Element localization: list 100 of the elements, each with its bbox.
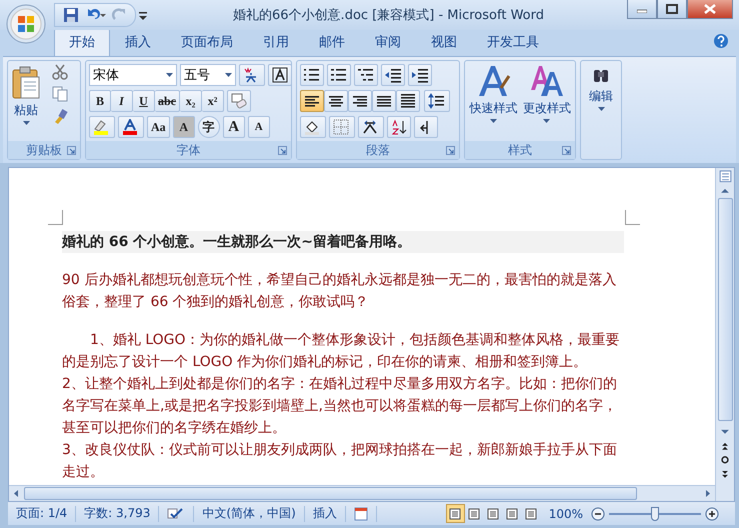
paintbrush-icon[interactable] (52, 108, 68, 124)
shading-button[interactable] (300, 116, 326, 138)
ruler-toggle-icon[interactable] (718, 170, 732, 183)
align-center-button[interactable] (324, 90, 348, 112)
align-left-button[interactable] (300, 90, 324, 112)
increase-indent-button[interactable] (408, 64, 432, 86)
ribbon-tab[interactable]: 开发工具 (472, 28, 554, 56)
sort-button[interactable] (387, 116, 411, 138)
bullets-icon (304, 67, 320, 83)
character-border-icon (272, 67, 288, 83)
line-spacing-button[interactable] (424, 90, 450, 112)
styles-letters-icon (528, 64, 565, 98)
chinese-layout-button[interactable] (358, 116, 384, 138)
format-button[interactable]: A (248, 116, 270, 138)
ribbon-tab[interactable]: 引用 (248, 28, 304, 56)
word-count[interactable]: 字数: 3,793 (76, 506, 160, 522)
dropdown-caret-icon (598, 107, 604, 111)
dialog-launcher-icon[interactable] (67, 146, 76, 154)
format-button[interactable]: x² (202, 90, 224, 112)
ribbon-tab[interactable]: 审阅 (360, 28, 416, 56)
format-button[interactable]: A (222, 116, 245, 138)
paragraph-marks-button[interactable] (414, 116, 438, 138)
editing-button[interactable]: 编辑 (584, 64, 618, 156)
maximize-button[interactable] (657, 0, 687, 19)
group-label: 样式 (508, 142, 532, 158)
decrease-indent-icon (385, 67, 401, 83)
clear-formatting-button[interactable] (227, 90, 251, 112)
document-heading: 婚礼的 66 个小创意。一生就那么一次~留着吧备用咯。 (62, 231, 624, 253)
decrease-indent-button[interactable] (381, 64, 405, 86)
paragraph: 2、让整个婚礼上到处都是你们的名字：在婚礼过程中尽量多用双方名字。比如：把你们的名字写在菜单上,或是把名字投影到墙壁上,当然也可以将蛋糕的每一层都写上你们的名字，甚至可以把你们的名字绣在婚纱上。 (62, 375, 618, 438)
print-layout-icon (449, 508, 462, 520)
ribbon-tab[interactable]: 插入 (110, 28, 166, 56)
font-size-field[interactable]: 五号 (180, 64, 236, 86)
browse-object-icon[interactable] (719, 454, 731, 466)
clipboard-icon (11, 66, 41, 100)
ribbon-tab[interactable]: 视图 (416, 28, 472, 56)
dialog-launcher-icon[interactable] (446, 146, 455, 154)
paste-button[interactable]: 粘贴 (11, 64, 41, 138)
dropdown-caret-icon (225, 73, 232, 77)
format-button[interactable]: 字 (198, 116, 220, 138)
draft-icon (525, 508, 538, 520)
vertical-scrollbar-thumb[interactable] (718, 198, 732, 422)
macro-record-icon[interactable] (354, 506, 368, 520)
format-button[interactable]: I (111, 90, 133, 112)
increase-indent-icon (412, 67, 428, 83)
align-center-icon (328, 93, 344, 109)
help-icon[interactable] (713, 33, 729, 49)
format-button[interactable]: Aa (147, 116, 170, 138)
outline-icon (506, 508, 518, 520)
close-button[interactable] (687, 0, 733, 19)
numbering-icon (331, 67, 347, 83)
borders-button[interactable] (329, 116, 355, 138)
group-label: 段落 (366, 142, 390, 158)
group-label: 剪贴板 (26, 142, 62, 158)
dialog-launcher-icon[interactable] (562, 146, 571, 154)
justify-button[interactable] (372, 90, 396, 112)
zoom-slider-thumb[interactable] (651, 506, 659, 520)
horizontal-scrollbar-thumb[interactable] (24, 487, 637, 500)
numbering-button[interactable] (327, 64, 351, 86)
format-button[interactable]: A (172, 116, 195, 138)
justify-icon (376, 93, 392, 109)
bullets-button[interactable] (300, 64, 324, 86)
multilevel-list-icon (358, 67, 374, 83)
minimize-button[interactable] (627, 0, 657, 19)
font-color-button[interactable] (118, 116, 144, 138)
zoom-level[interactable]: 100% (540, 506, 591, 522)
language-indicator[interactable]: 中文(简体，中国) (194, 506, 305, 522)
font-name-field[interactable]: 宋体 (89, 64, 177, 86)
align-right-button[interactable] (348, 90, 372, 112)
distributed-button[interactable] (396, 90, 420, 112)
proofing-icon[interactable] (167, 506, 186, 520)
save-icon[interactable] (63, 7, 79, 23)
borders-icon (333, 119, 351, 135)
paragraph: 1、婚礼 LOGO：为你的婚礼做一个整体形象设计，包括颜色基调和整体风格，最重要的是别忘了设计一个 LOGO 作为你们婚礼的标记，印在你的请柬、相册和签到簿上。 (62, 331, 621, 372)
cut-icon[interactable] (52, 64, 68, 80)
change-styles-button[interactable]: 更改样式 (522, 64, 571, 138)
multilevel-list-button[interactable] (354, 64, 378, 86)
zoom-out-icon[interactable] (591, 506, 605, 520)
format-button[interactable]: B (89, 90, 111, 112)
dialog-launcher-icon[interactable] (278, 146, 287, 154)
quick-styles-button[interactable]: 快速样式 (469, 64, 518, 138)
format-button[interactable]: U (133, 90, 155, 112)
shading-icon (304, 119, 322, 135)
zoom-in-icon[interactable] (705, 506, 719, 520)
insert-mode[interactable]: 插入 (304, 506, 346, 522)
phonetic-guide-button[interactable] (239, 64, 265, 86)
print-layout-view-button[interactable] (446, 504, 465, 523)
character-border-button[interactable] (268, 64, 292, 86)
format-button[interactable]: abc (155, 90, 180, 112)
distributed-icon (400, 93, 416, 109)
copy-icon[interactable] (52, 86, 68, 102)
format-button[interactable]: x₂ (180, 90, 202, 112)
web-layout-icon (487, 508, 500, 520)
page-count[interactable]: 页面: 1/4 (8, 506, 76, 522)
ribbon-tab[interactable]: 页面布局 (166, 28, 248, 56)
ribbon-tab[interactable]: 开始 (54, 28, 110, 56)
highlighter-button[interactable] (89, 116, 115, 138)
clear-formatting-icon (231, 93, 247, 109)
ribbon-tab[interactable]: 邮件 (304, 28, 360, 56)
align-right-icon (352, 93, 368, 109)
